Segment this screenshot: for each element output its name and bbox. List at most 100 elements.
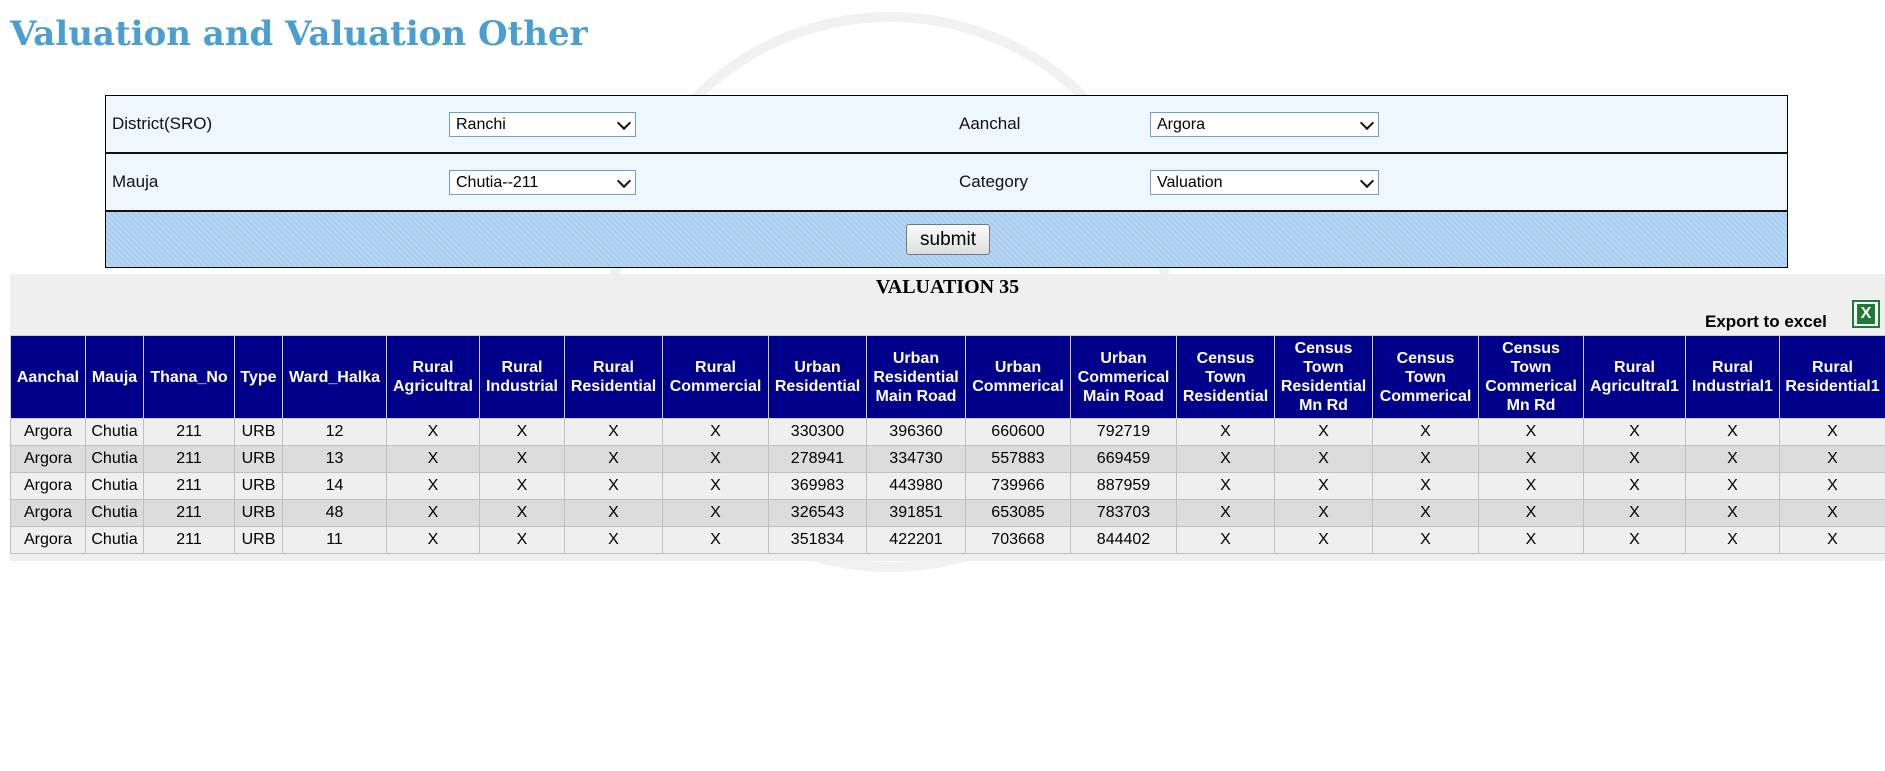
table-cell: Argora <box>10 472 86 500</box>
column-header: Census Town Residential Mn Rd <box>1274 335 1373 419</box>
column-header: Census Town Residential <box>1176 335 1275 419</box>
export-to-excel-label[interactable]: Export to excel <box>1705 312 1827 332</box>
table-cell: X <box>1478 445 1584 473</box>
column-header: Aanchal <box>10 335 86 419</box>
column-header: Type <box>234 335 283 419</box>
table-cell: 669459 <box>1070 445 1177 473</box>
column-header: Mauja <box>85 335 144 419</box>
table-cell: X <box>1478 418 1584 446</box>
table-row: Argora Chutia 211 URB 12 X X X X 330300 396360 6606… <box>10 418 1885 446</box>
district-select[interactable]: Ranchi <box>449 112 636 137</box>
table-cell: 351834 <box>768 526 867 554</box>
column-header: Rural Residential1 <box>1779 335 1885 419</box>
table-cell: Chutia <box>85 499 144 527</box>
chevron-down-icon <box>616 173 632 189</box>
table-cell: Argora <box>10 445 86 473</box>
table-cell: X <box>1685 472 1780 500</box>
table-cell: 783703 <box>1070 499 1177 527</box>
table-cell: 13 <box>282 445 387 473</box>
column-header: Urban Residential <box>768 335 867 419</box>
table-cell: X <box>662 445 769 473</box>
result-title: VALUATION 35 <box>875 276 1020 298</box>
table-cell: 278941 <box>768 445 867 473</box>
table-row: Argora Chutia 211 URB 48 X X X X 326543 391851 6530… <box>10 499 1885 527</box>
table-cell: 326543 <box>768 499 867 527</box>
table-cell: Chutia <box>85 472 144 500</box>
table-cell: X <box>1478 499 1584 527</box>
chevron-down-icon <box>616 115 632 131</box>
table-cell: 330300 <box>768 418 867 446</box>
table-cell: X <box>662 418 769 446</box>
table-cell: 887959 <box>1070 472 1177 500</box>
column-header: Rural Agricultral1 <box>1583 335 1686 419</box>
table-cell: X <box>1176 445 1275 473</box>
table-cell: X <box>1779 526 1885 554</box>
mauja-select-value: Chutia--211 <box>456 174 539 191</box>
submit-bar: submit <box>106 212 1787 267</box>
valuation-table: Aanchal Mauja Thana_No Type Ward_Halka Rural … <box>10 335 1885 554</box>
table-cell: X <box>1583 445 1686 473</box>
category-select[interactable]: Valuation <box>1150 170 1379 195</box>
table-cell: Chutia <box>85 445 144 473</box>
table-cell: 369983 <box>768 472 867 500</box>
table-cell: X <box>662 526 769 554</box>
table-cell: X <box>662 472 769 500</box>
column-header: Census Town Commerical <box>1372 335 1479 419</box>
column-header: Thana_No <box>143 335 235 419</box>
table-row: Argora Chutia 211 URB 11 X X X X 351834 422201 7036… <box>10 526 1885 554</box>
table-cell: X <box>1372 445 1479 473</box>
district-label: District(SRO) <box>112 114 213 133</box>
table-cell: 211 <box>143 445 235 473</box>
table-cell: 703668 <box>965 526 1071 554</box>
table-cell: Argora <box>10 526 86 554</box>
table-cell: 739966 <box>965 472 1071 500</box>
table-cell: 391851 <box>866 499 966 527</box>
table-cell: X <box>564 499 663 527</box>
excel-icon[interactable]: X <box>1852 300 1880 328</box>
table-cell: X <box>1779 499 1885 527</box>
column-header: Census Town Commerical Mn Rd <box>1478 335 1584 419</box>
mauja-select[interactable]: Chutia--211 <box>449 170 636 195</box>
table-cell: X <box>564 418 663 446</box>
table-cell: X <box>479 499 565 527</box>
table-cell: Chutia <box>85 418 144 446</box>
table-row: Argora Chutia 211 URB 13 X X X X 278941 334730 5578… <box>10 445 1885 473</box>
table-cell: X <box>564 445 663 473</box>
table-cell: 211 <box>143 418 235 446</box>
filter-form: District(SRO) Ranchi Aanchal Argora Mauj… <box>105 95 1788 268</box>
table-cell: X <box>1274 445 1373 473</box>
table-cell: URB <box>234 472 283 500</box>
table-cell: 211 <box>143 526 235 554</box>
table-cell: 11 <box>282 526 387 554</box>
table-cell: X <box>1583 526 1686 554</box>
category-select-value: Valuation <box>1157 174 1223 191</box>
table-cell: URB <box>234 418 283 446</box>
table-cell: X <box>1274 526 1373 554</box>
table-cell: X <box>1685 499 1780 527</box>
table-cell: X <box>1583 418 1686 446</box>
table-header-row: Aanchal Mauja Thana_No Type Ward_Halka Rural … <box>10 335 1885 419</box>
table-cell: X <box>1478 526 1584 554</box>
chevron-down-icon <box>1359 173 1375 189</box>
table-cell: URB <box>234 526 283 554</box>
table-cell: X <box>1274 499 1373 527</box>
column-header: Ward_Halka <box>282 335 387 419</box>
table-cell: X <box>386 418 480 446</box>
aanchal-select[interactable]: Argora <box>1150 112 1379 137</box>
aanchal-select-value: Argora <box>1157 116 1206 133</box>
district-select-value: Ranchi <box>456 116 506 133</box>
table-cell: 792719 <box>1070 418 1177 446</box>
chevron-down-icon <box>1359 115 1375 131</box>
submit-button[interactable]: submit <box>906 224 990 255</box>
table-cell: 557883 <box>965 445 1071 473</box>
column-header: Urban Commerical <box>965 335 1071 419</box>
table-cell: X <box>1372 526 1479 554</box>
aanchal-label: Aanchal <box>959 114 1021 133</box>
table-cell: 443980 <box>866 472 966 500</box>
table-cell: Chutia <box>85 526 144 554</box>
column-header: Rural Industrial <box>479 335 565 419</box>
table-cell: URB <box>234 499 283 527</box>
page-title: Valuation and Valuation Other <box>10 14 588 54</box>
table-cell: X <box>1176 472 1275 500</box>
mauja-label: Mauja <box>112 172 159 191</box>
